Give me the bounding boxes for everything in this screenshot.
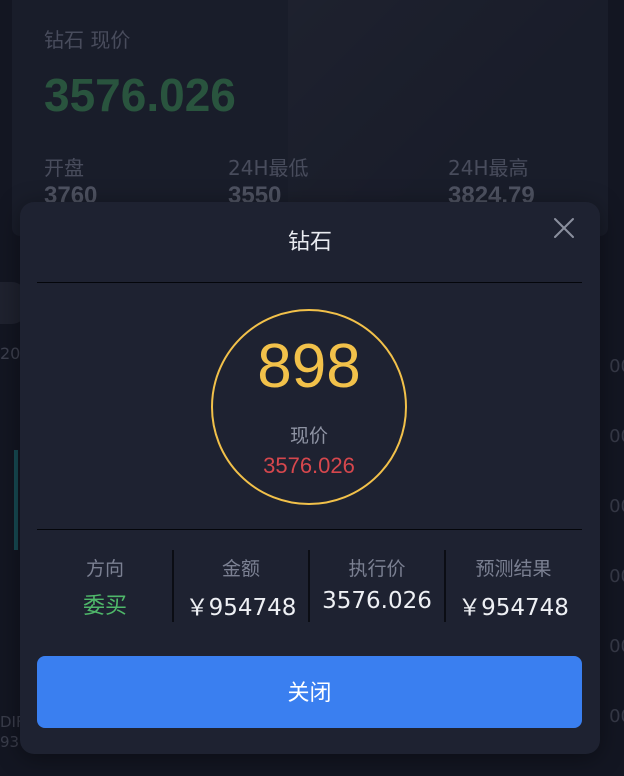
info-value: 委买 — [82, 594, 127, 619]
info-value: 3576.026 — [322, 588, 432, 614]
close-icon — [554, 218, 574, 238]
price-circle: 898 现价 3576.026 — [211, 309, 407, 505]
info-label: 方向 — [85, 558, 124, 580]
order-detail-modal: 钻石 898 现价 3576.026 方向 委买 金额 ￥954748 执行价 … — [20, 202, 600, 754]
info-value: ￥954748 — [185, 595, 297, 621]
order-info-row: 方向 委买 金额 ￥954748 执行价 3576.026 预测结果 ￥9547… — [37, 550, 582, 622]
info-direction: 方向 委买 — [37, 550, 173, 622]
info-forecast: 预测结果 ￥954748 — [445, 550, 582, 622]
info-exec-price: 执行价 3576.026 — [309, 550, 445, 622]
divider — [37, 529, 582, 530]
divider — [37, 282, 582, 283]
info-amount: 金额 ￥954748 — [173, 550, 309, 622]
info-label: 预测结果 — [475, 558, 552, 580]
close-modal-button[interactable]: 关闭 — [37, 656, 582, 728]
modal-title: 钻石 — [287, 230, 332, 255]
info-label: 执行价 — [348, 558, 406, 580]
circle-number: 898 — [257, 332, 361, 401]
circle-label: 现价 — [289, 425, 328, 447]
close-button[interactable] — [550, 214, 578, 242]
info-value: ￥954748 — [458, 595, 569, 621]
app-screen: 钻石 现价 3576.026 开盘 3760 24H最低 3550 24H最高 … — [0, 0, 624, 776]
info-label: 金额 — [221, 558, 260, 580]
circle-price: 3576.026 — [263, 453, 355, 478]
